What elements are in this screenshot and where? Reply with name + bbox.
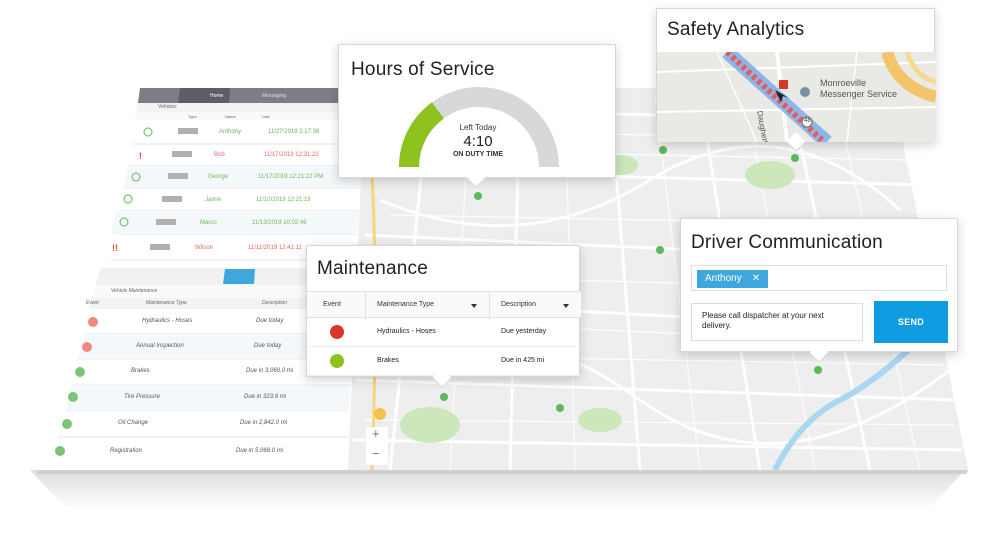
vehicle-time: 11/17/2019 12:31:22 (264, 152, 319, 158)
row-desc: Due in 425 mi (501, 357, 545, 364)
sort-caret-icon[interactable] (563, 304, 569, 308)
vm-row-type: Brakes (131, 368, 150, 374)
col-maintenance-type[interactable]: Maintenance Type (377, 301, 434, 308)
nav-tab-home[interactable]: Home (210, 93, 223, 99)
vm-col-type: Maintenance Type (146, 300, 187, 306)
recipient-chip[interactable]: Anthony ✕ (697, 270, 769, 288)
col-event: Event (323, 301, 341, 308)
safety-analytics-card: Safety Analytics Monroeville Messenger S… (656, 8, 936, 152)
sort-caret-icon[interactable] (471, 304, 477, 308)
maintenance-table-header: Event Maintenance Type Description (307, 291, 581, 319)
row-type: Brakes (377, 357, 399, 364)
row-type: Hydraulics - Hoses (377, 328, 436, 335)
vehicles-col-last: Last (262, 114, 270, 119)
svg-text:!: ! (139, 151, 142, 161)
vehicle-time: 11/27/2019 2:17:38 (268, 129, 320, 135)
vm-row-type: Oil Change (118, 420, 149, 426)
recipient-field[interactable]: Anthony ✕ (691, 265, 947, 291)
svg-text:!!: !! (112, 243, 118, 253)
safety-title: Safety Analytics (667, 19, 805, 40)
chip-close-icon[interactable]: ✕ (752, 270, 760, 288)
vehicle-name[interactable]: Marco (200, 220, 217, 226)
vehicle-time: 11/17/2019 12:21:22 PM (258, 174, 324, 180)
vehicle-time: 11/13/2019 10:02:46 (252, 220, 307, 226)
send-button[interactable]: SEND (874, 301, 948, 343)
hours-of-service-card: Hours of Service Left Today 4:10 ON DUTY… (338, 44, 616, 188)
hos-time: 4:10 (463, 133, 493, 150)
vehicle-name[interactable]: George (208, 174, 228, 180)
vm-row-desc: Due in 5,068.0 mi (236, 448, 284, 454)
safety-map[interactable]: Monroeville Messenger Service Daugherty … (657, 52, 936, 142)
map-place-label: Messenger Service (820, 89, 898, 99)
hos-title: Hours of Service (351, 59, 495, 80)
row-desc: Due yesterday (501, 328, 547, 335)
vm-row-desc: Due today (256, 318, 284, 324)
zoom-in-button[interactable]: + (372, 426, 380, 441)
vehicle-name[interactable]: Anthony (219, 129, 241, 135)
message-field[interactable]: Please call dispatcher at your next deli… (691, 303, 863, 341)
vm-row-type: Annual Inspection (136, 343, 184, 349)
vehicle-name[interactable]: Jaime (205, 197, 221, 203)
map-place-label: Monroeville (820, 78, 867, 88)
maintenance-title: Maintenance (317, 258, 428, 279)
hos-label: Left Today (459, 123, 497, 132)
vehicle-name[interactable]: Wilson (195, 245, 213, 251)
hos-sub: ON DUTY TIME (452, 151, 504, 158)
driver-communication-card: Driver Communication Anthony ✕ Please ca… (680, 218, 958, 363)
status-ok-icon (330, 354, 344, 368)
driver-title: Driver Communication (691, 232, 883, 253)
table-row[interactable]: Hydraulics - Hoses Due yesterday (307, 318, 581, 347)
status-alert-icon (330, 325, 344, 339)
vm-row-type: Registration (110, 448, 143, 454)
vm-row-desc: Due in 323.9 mi (244, 394, 287, 400)
vm-row-type: Hydraulics - Hoses (142, 318, 193, 324)
map-road-number: 48 (804, 118, 811, 124)
vm-col-desc: Description (262, 300, 288, 306)
vm-row-desc: Due in 2,842.0 mi (240, 420, 288, 426)
maintenance-card: Maintenance Event Maintenance Type Descr… (306, 245, 581, 388)
vm-row-desc: Due today (254, 343, 282, 349)
recipient-name: Anthony (705, 273, 742, 284)
vm-row-type: Tire Pressure (124, 394, 160, 400)
zoom-out-button[interactable]: − (372, 446, 380, 461)
vehicles-col-type: Type (188, 114, 197, 119)
vm-header: Vehicle Maintenance (111, 288, 158, 294)
nav-tab-messaging[interactable]: Messaging (262, 93, 286, 99)
vehicle-time: 11/10/2019 12:21:19 (256, 197, 311, 203)
vehicle-time: 11/11/2019 12:41:11 (248, 245, 302, 251)
vehicles-header: Vehicles (158, 104, 177, 110)
vehicle-name[interactable]: Bob (214, 152, 225, 158)
vm-row-desc: Due in 3,060.0 mi (246, 368, 294, 374)
col-description[interactable]: Description (501, 301, 536, 308)
vm-col-event: Event (86, 300, 99, 306)
vehicles-col-name: Name (225, 114, 236, 119)
